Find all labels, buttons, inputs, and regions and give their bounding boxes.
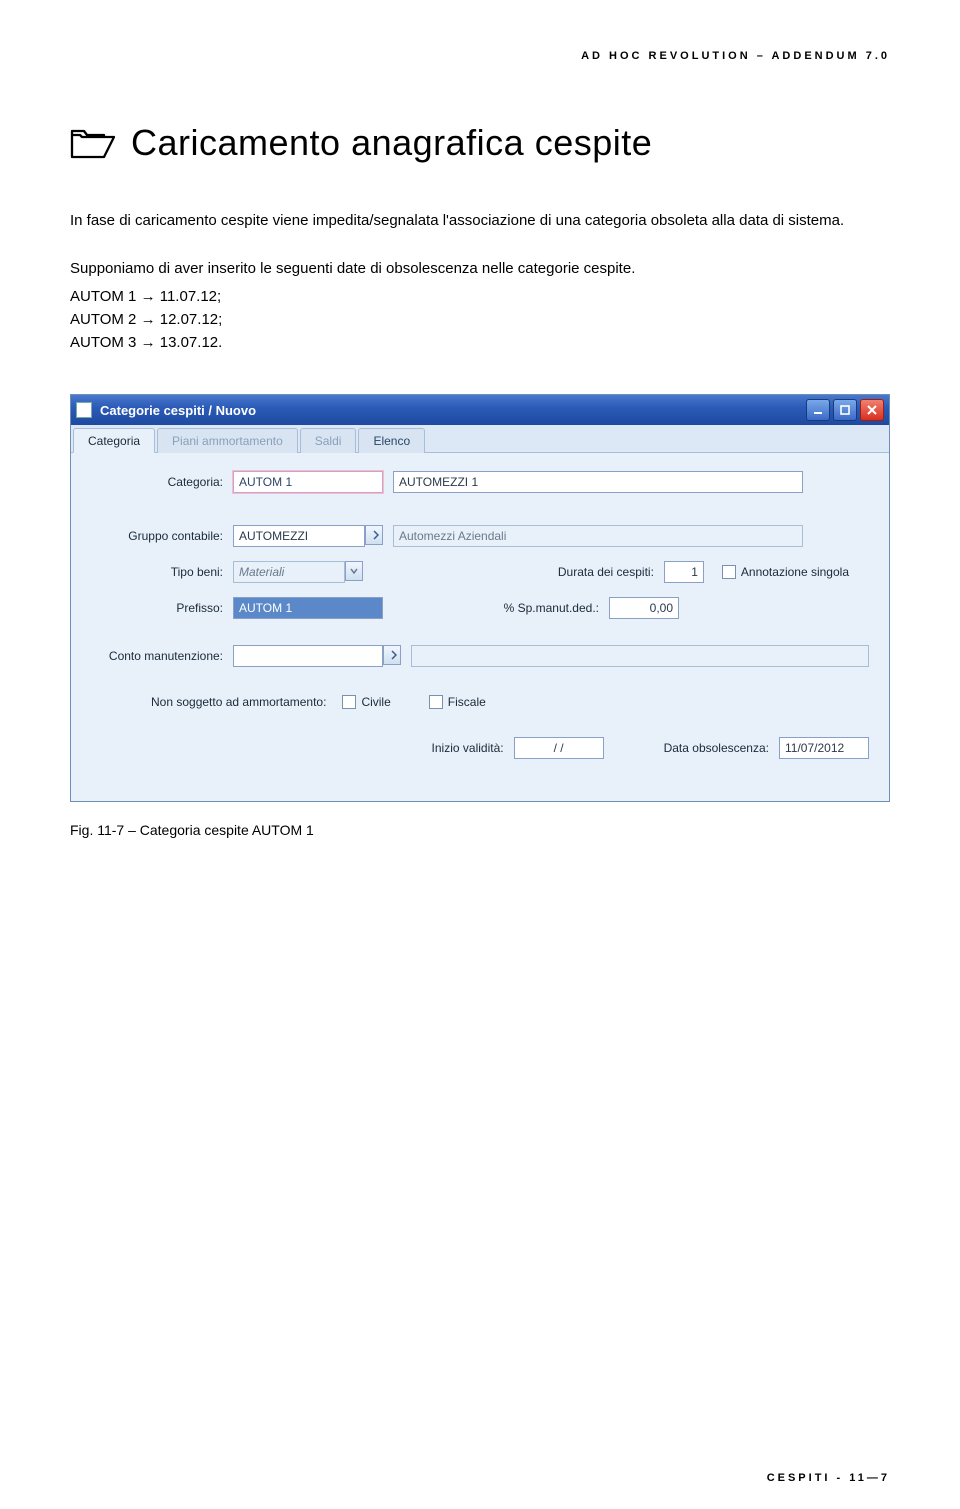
- conto-lookup-button[interactable]: [383, 645, 401, 665]
- label-non-soggetto: Non soggetto ad ammortamento:: [151, 695, 326, 709]
- document-icon: [76, 402, 92, 418]
- tipo-beni-select[interactable]: Materiali: [233, 561, 345, 583]
- label-inizio-validita: Inizio validità:: [432, 741, 504, 755]
- intro-paragraph-1: In fase di caricamento cespite viene imp…: [70, 209, 890, 232]
- pct-manut-input[interactable]: 0,00: [609, 597, 679, 619]
- durata-input[interactable]: 1: [664, 561, 704, 583]
- conto-desc-display: [411, 645, 869, 667]
- label-tipo-beni: Tipo beni:: [91, 565, 223, 579]
- running-footer: CESPITI - 11—7: [767, 1472, 890, 1484]
- label-annotazione-singola: Annotazione singola: [741, 565, 849, 579]
- window-title: Categorie cespiti / Nuovo: [100, 403, 806, 418]
- intro-paragraph-2: Supponiamo di aver inserito le seguenti …: [70, 257, 890, 280]
- page-title: Caricamento anagrafica cespite: [131, 122, 652, 164]
- tab-strip: Categoria Piani ammortamento Saldi Elenc…: [71, 425, 889, 453]
- label-categoria: Categoria:: [91, 475, 223, 489]
- list-item-3: AUTOM 3 → 13.07.12.: [70, 331, 890, 354]
- prefisso-input[interactable]: AUTOM 1: [233, 597, 383, 619]
- annotazione-singola-checkbox[interactable]: [722, 565, 736, 579]
- open-folder-icon: [70, 125, 116, 161]
- close-button[interactable]: [860, 399, 884, 421]
- window-titlebar: Categorie cespiti / Nuovo: [71, 395, 889, 425]
- maximize-button[interactable]: [833, 399, 857, 421]
- tab-categoria[interactable]: Categoria: [73, 428, 155, 453]
- running-header: AD HOC REVOLUTION – ADDENDUM 7.0: [70, 50, 890, 62]
- title-row: Caricamento anagrafica cespite: [70, 122, 890, 164]
- fiscale-checkbox[interactable]: [429, 695, 443, 709]
- tipo-beni-dropdown-button[interactable]: [345, 561, 363, 581]
- gruppo-lookup-button[interactable]: [365, 525, 383, 545]
- label-gruppo-contabile: Gruppo contabile:: [91, 529, 223, 543]
- app-screenshot: Categorie cespiti / Nuovo Categoria Pia: [70, 394, 890, 802]
- conto-manutenzione-input[interactable]: [233, 645, 383, 667]
- categoria-desc-input[interactable]: AUTOMEZZI 1: [393, 471, 803, 493]
- tab-elenco[interactable]: Elenco: [358, 428, 425, 453]
- tab-saldi[interactable]: Saldi: [300, 428, 357, 453]
- label-prefisso: Prefisso:: [91, 601, 223, 615]
- form-body: Categoria: AUTOM 1 AUTOMEZZI 1 Gruppo co…: [71, 453, 889, 801]
- label-fiscale: Fiscale: [448, 695, 486, 709]
- civile-checkbox[interactable]: [342, 695, 356, 709]
- data-obsolescenza-input[interactable]: 11/07/2012: [779, 737, 869, 759]
- tab-piani-ammortamento[interactable]: Piani ammortamento: [157, 428, 298, 453]
- categoria-code-input[interactable]: AUTOM 1: [233, 471, 383, 493]
- list-item-1: AUTOM 1 → 11.07.12;: [70, 285, 890, 308]
- list-item-2: AUTOM 2 → 12.07.12;: [70, 308, 890, 331]
- label-data-obsolescenza: Data obsolescenza:: [664, 741, 769, 755]
- label-pct-manut: % Sp.manut.ded.:: [504, 601, 599, 615]
- inizio-validita-input[interactable]: / /: [514, 737, 604, 759]
- label-conto-manutenzione: Conto manutenzione:: [91, 649, 223, 663]
- gruppo-code-input[interactable]: AUTOMEZZI: [233, 525, 365, 547]
- label-durata: Durata dei cespiti:: [558, 565, 654, 579]
- figure-caption: Fig. 11-7 – Categoria cespite AUTOM 1: [70, 822, 890, 838]
- minimize-button[interactable]: [806, 399, 830, 421]
- label-civile: Civile: [361, 695, 390, 709]
- gruppo-desc-display: Automezzi Aziendali: [393, 525, 803, 547]
